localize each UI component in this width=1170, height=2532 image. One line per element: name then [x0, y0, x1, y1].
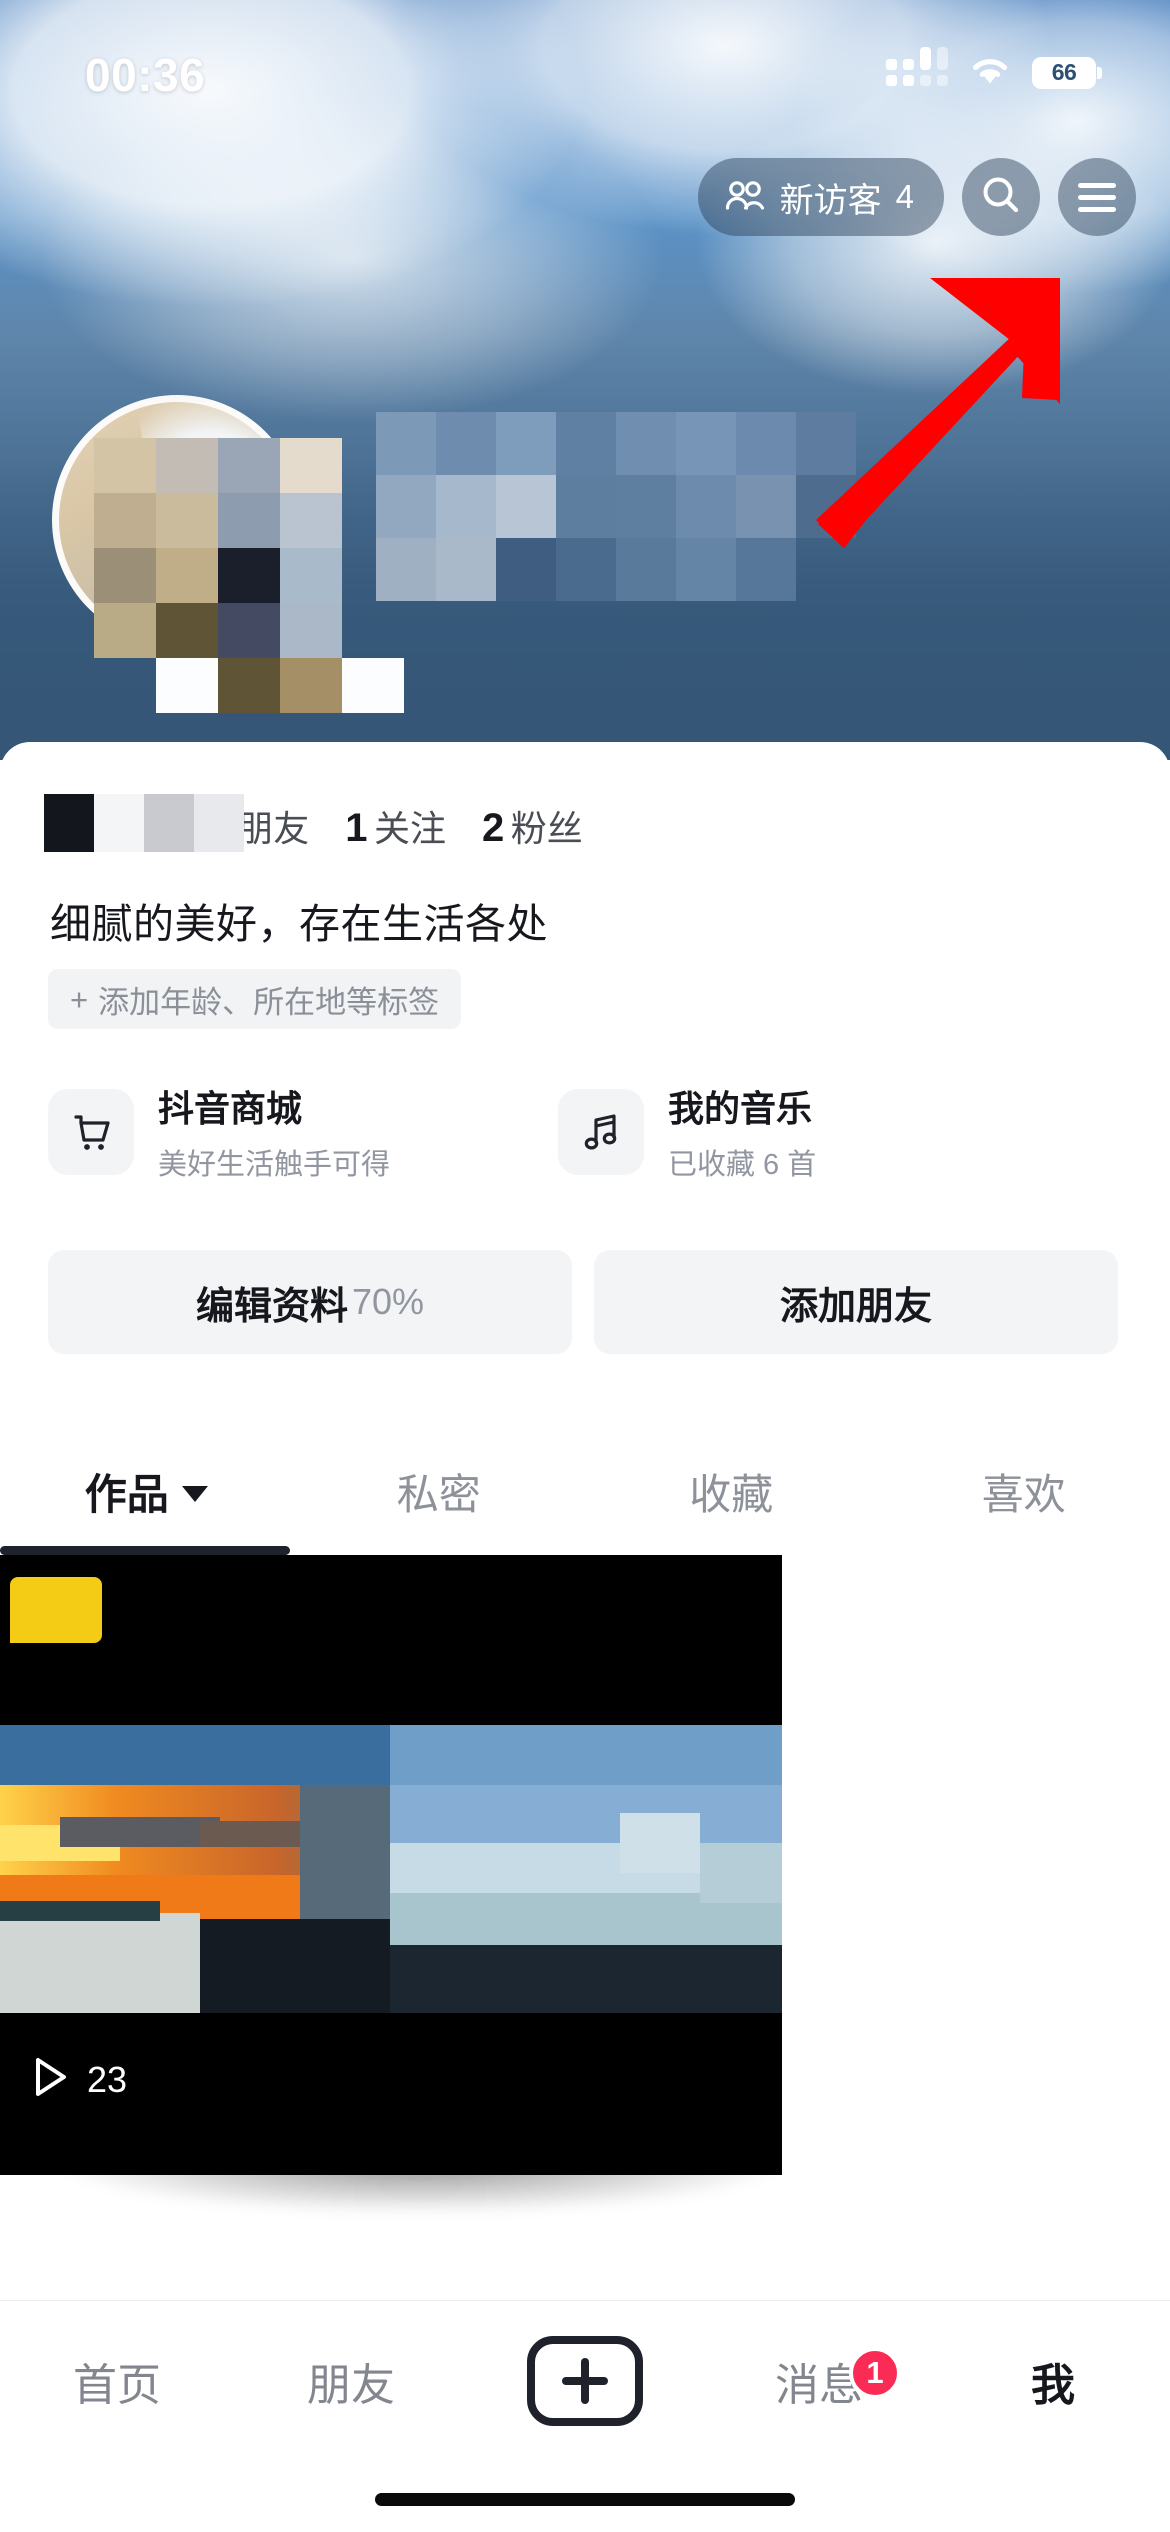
- search-icon: [980, 174, 1022, 221]
- nav-friends-label: 朋友: [307, 2361, 395, 2410]
- add-friend-label: 添加朋友: [779, 1285, 932, 1328]
- nav-me[interactable]: 我: [936, 2349, 1170, 2413]
- mall-entry-card[interactable]: 抖音商城 美好生活触手可得: [48, 1080, 508, 1183]
- status-indicators: 66: [886, 47, 1102, 91]
- add-tags-label: 添加年龄、所在地等标签: [98, 984, 440, 1020]
- battery-level: 66: [1051, 59, 1077, 85]
- profile-bio[interactable]: 细腻的美好，存在生活各处: [50, 890, 548, 950]
- edit-profile-button[interactable]: 编辑资料 70%: [48, 1250, 572, 1354]
- wifi-icon: [968, 54, 1012, 91]
- status-bar: 00:36 66: [0, 0, 1170, 118]
- nav-create[interactable]: [468, 2336, 702, 2426]
- stat-followers[interactable]: 2 粉丝: [482, 800, 583, 852]
- tab-private-label: 私密: [396, 1470, 481, 1518]
- censor-mosaic-likes: [44, 794, 244, 852]
- profile-entry-cards: 抖音商城 美好生活触手可得 我的音乐 已收藏 6 首: [48, 1080, 1018, 1183]
- add-tags-button[interactable]: + 添加年龄、所在地等标签: [48, 969, 462, 1029]
- add-friend-button[interactable]: 添加朋友: [594, 1250, 1118, 1354]
- stat-friends-label: 朋友: [237, 808, 310, 849]
- bottom-nav-items: 首页 朋友 消息 1 我: [0, 2301, 1170, 2461]
- messages-badge: 1: [849, 2347, 901, 2399]
- menu-button[interactable]: [1058, 158, 1136, 236]
- tab-liked-label: 喜欢: [981, 1470, 1066, 1518]
- status-clock: 00:36: [85, 49, 206, 101]
- nav-messages[interactable]: 消息 1: [702, 2347, 936, 2413]
- pinned-badge: [10, 1577, 102, 1643]
- sunset-beach-thumbnail: [0, 1725, 782, 2013]
- stat-likes[interactable]: 16 获赞: [44, 794, 244, 852]
- plus-icon: +: [70, 981, 89, 1017]
- work-thumbnail-card[interactable]: 23: [0, 1555, 782, 2175]
- nav-friends[interactable]: 朋友: [234, 2349, 468, 2413]
- profile-action-buttons: 编辑资料 70% 添加朋友: [48, 1250, 1118, 1354]
- shopping-cart-icon: [48, 1088, 134, 1175]
- thumbnail-shadow: [60, 2163, 780, 2213]
- play-icon: [30, 2055, 70, 2104]
- douyin-profile-screen: 00:36 66 新访客 4 朋友 1 关注 2 粉丝 细腻的美好，存在生活各处…: [0, 0, 1170, 2532]
- content-tabs: 作品 私密 收藏 喜欢: [0, 1432, 1170, 1550]
- people-icon: [724, 179, 766, 216]
- music-note-icon: [558, 1088, 644, 1175]
- search-button[interactable]: [962, 158, 1040, 236]
- mall-entry-title: 抖音商城: [158, 1088, 303, 1129]
- music-entry-title: 我的音乐: [668, 1088, 813, 1129]
- nav-home-label: 首页: [73, 2361, 161, 2410]
- works-grid: 23: [0, 1555, 1170, 2223]
- edit-profile-percent: 70%: [351, 1281, 425, 1322]
- tab-works-label: 作品: [84, 1470, 169, 1518]
- plus-icon[interactable]: [527, 2336, 643, 2426]
- mall-entry-subtitle: 美好生活触手可得: [158, 1149, 391, 1181]
- new-visitors-label: 新访客: [779, 181, 882, 220]
- tab-favorites-label: 收藏: [689, 1470, 774, 1518]
- stat-following-number: 1: [345, 806, 368, 850]
- profile-sheet: 16 获赞 0 朋友 1 关注 2 粉丝 细腻的美好，存在生活各处: [0, 742, 1170, 2532]
- censor-mosaic-name-2: [156, 658, 404, 713]
- play-count: 23: [30, 2055, 127, 2104]
- profile-stats: 16 获赞 0 朋友 1 关注 2 粉丝: [44, 794, 583, 852]
- music-entry-subtitle: 已收藏 6 首: [668, 1149, 817, 1181]
- new-visitors-button[interactable]: 新访客 4: [697, 158, 944, 236]
- tab-active-indicator: [0, 1546, 290, 1555]
- nav-me-label: 我: [1031, 2361, 1075, 2410]
- nav-home[interactable]: 首页: [0, 2349, 234, 2413]
- music-entry-card[interactable]: 我的音乐 已收藏 6 首: [558, 1080, 1018, 1183]
- hamburger-menu-icon: [1078, 176, 1116, 219]
- censor-mosaic-name: [94, 438, 344, 658]
- censor-mosaic-username: [376, 412, 856, 602]
- tab-private[interactable]: 私密: [293, 1432, 586, 1550]
- tab-favorites[interactable]: 收藏: [585, 1432, 878, 1550]
- tab-liked[interactable]: 喜欢: [878, 1432, 1170, 1550]
- battery-icon: 66: [1032, 56, 1102, 89]
- stat-following-label: 关注: [374, 808, 447, 849]
- stat-following[interactable]: 1 关注: [345, 800, 446, 852]
- new-visitors-count: 4: [895, 178, 914, 215]
- bottom-navigation-bar: 首页 朋友 消息 1 我: [0, 2300, 1170, 2532]
- tab-works[interactable]: 作品: [0, 1432, 293, 1550]
- home-indicator: [375, 2493, 795, 2506]
- chevron-down-icon[interactable]: [181, 1485, 208, 1502]
- signal-dots-icon: [886, 47, 948, 86]
- play-count-value: 23: [87, 2058, 128, 2100]
- stat-followers-label: 粉丝: [510, 808, 583, 849]
- stat-followers-number: 2: [482, 806, 504, 850]
- cover-action-bar: 新访客 4: [697, 158, 1136, 236]
- edit-profile-label: 编辑资料: [195, 1285, 348, 1328]
